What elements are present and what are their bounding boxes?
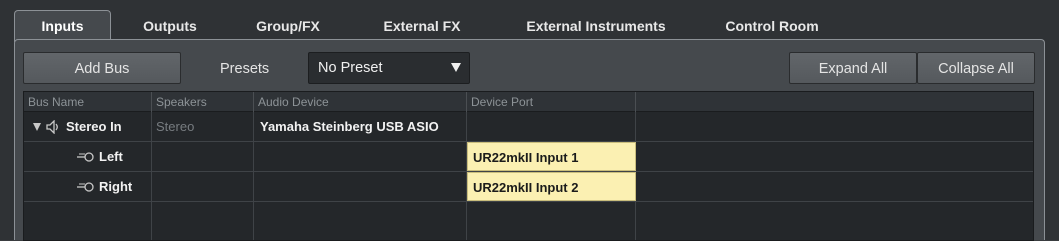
audio-connections-window: Inputs Outputs Group/FX External FX Exte…: [0, 0, 1059, 241]
bus-name-cell[interactable]: Right: [99, 172, 152, 201]
tab-bar: Inputs Outputs Group/FX External FX Exte…: [14, 6, 1045, 42]
presets-dropdown-value: No Preset: [318, 60, 383, 76]
tab-outputs[interactable]: Outputs: [126, 12, 214, 40]
speaker-icon: [46, 120, 58, 134]
presets-dropdown[interactable]: No Preset: [308, 52, 470, 84]
speakers-cell: Stereo: [156, 119, 195, 134]
expand-all-button[interactable]: Expand All: [789, 52, 917, 84]
device-port-cell[interactable]: UR22mkII Input 1: [467, 142, 636, 171]
add-bus-button[interactable]: Add Bus: [23, 52, 181, 84]
collapse-all-button[interactable]: Collapse All: [917, 52, 1035, 84]
mono-channel-icon: [77, 182, 94, 192]
tab-external-fx[interactable]: External FX: [366, 12, 478, 40]
presets-label: Presets: [220, 61, 270, 77]
table-row-left[interactable]: Left UR22mkII Input 1: [24, 142, 1033, 172]
audio-device-cell[interactable]: Yamaha Steinberg USB ASIO: [254, 112, 467, 141]
bus-name-cell[interactable]: Left: [99, 142, 152, 171]
inputs-panel: Add Bus Presets No Preset Expand All Col…: [14, 39, 1045, 241]
table-header: Bus Name Speakers Audio Device Device Po…: [24, 92, 1033, 112]
mono-channel-icon: [77, 152, 94, 162]
device-port-cell[interactable]: UR22mkII Input 2: [467, 172, 636, 201]
tab-control-room[interactable]: Control Room: [709, 12, 835, 40]
column-header-speakers[interactable]: Speakers: [152, 92, 254, 112]
chevron-down-icon: [451, 63, 461, 72]
table-row-stereo-in[interactable]: Stereo In Stereo Yamaha Steinberg USB AS…: [24, 112, 1033, 142]
column-header-audio-device[interactable]: Audio Device: [254, 92, 467, 112]
tab-group-fx[interactable]: Group/FX: [240, 12, 336, 40]
tab-inputs[interactable]: Inputs: [14, 10, 111, 42]
expand-triangle-icon[interactable]: [33, 123, 41, 131]
table-row-right[interactable]: Right UR22mkII Input 2: [24, 172, 1033, 202]
bus-name-cell[interactable]: Stereo In: [66, 112, 152, 141]
column-header-bus-name[interactable]: Bus Name: [24, 92, 152, 112]
column-header-device-port[interactable]: Device Port: [467, 92, 636, 112]
table-row-empty: [24, 202, 1033, 232]
tab-external-instruments[interactable]: External Instruments: [508, 12, 684, 40]
bus-table: Bus Name Speakers Audio Device Device Po…: [23, 91, 1034, 241]
